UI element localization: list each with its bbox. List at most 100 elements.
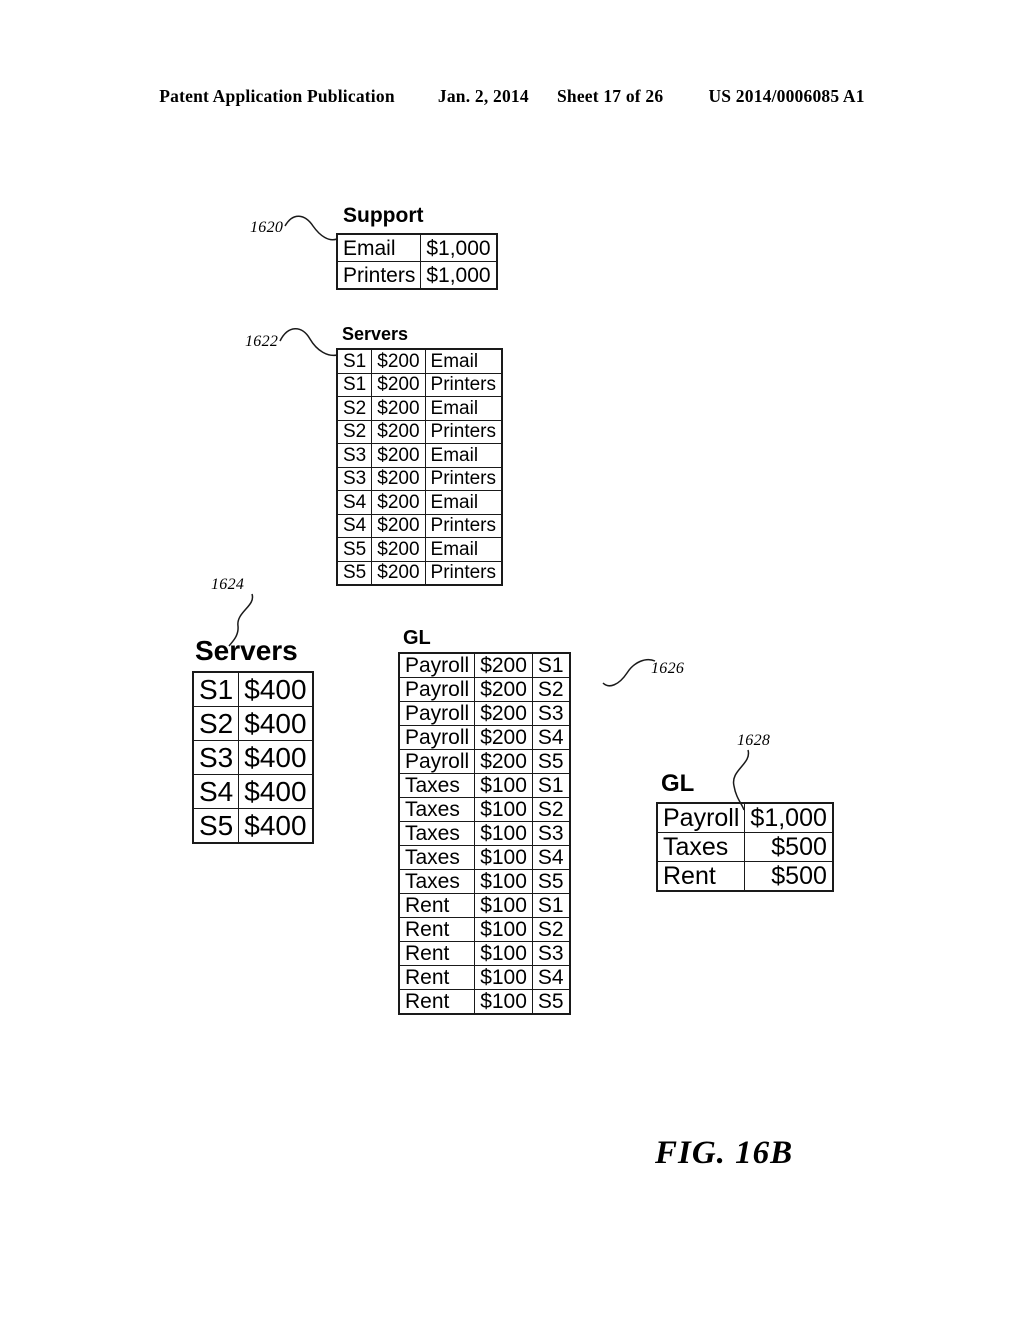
account-cell: Taxes bbox=[656, 832, 746, 862]
amount-cell: $200 bbox=[474, 701, 533, 726]
dept-cell: Email bbox=[424, 537, 503, 562]
amount-cell: $100 bbox=[474, 893, 533, 918]
amount-cell: $100 bbox=[474, 821, 533, 846]
table-row: S1 $400 bbox=[192, 672, 313, 707]
account-cell: Payroll bbox=[398, 653, 476, 678]
amount-cell: $100 bbox=[474, 965, 533, 990]
table-row: Taxes $100 S5 bbox=[398, 869, 570, 894]
server-cell: S4 bbox=[531, 845, 570, 870]
table-row: Payroll $200 S3 bbox=[398, 701, 570, 726]
header-sheet: Sheet 17 of 26 bbox=[556, 86, 664, 106]
reference-numeral-1620: 1620 bbox=[250, 219, 284, 236]
table-row: S5 $200 Printers bbox=[336, 560, 503, 585]
table-row: Rent $100 S3 bbox=[398, 941, 570, 966]
server-cell: S1 bbox=[531, 893, 570, 918]
amount-cell: $200 bbox=[371, 396, 426, 421]
table-row: Rent $500 bbox=[656, 861, 833, 891]
table-row: S4 $200 Printers bbox=[336, 513, 503, 538]
server-cell: S2 bbox=[192, 706, 240, 741]
table-row: S4 $400 bbox=[192, 774, 313, 809]
server-cell: S1 bbox=[531, 653, 570, 678]
account-cell: Rent bbox=[398, 941, 476, 966]
leader-line-1622 bbox=[279, 328, 338, 357]
amount-cell: $200 bbox=[474, 749, 533, 774]
table-row: Taxes $500 bbox=[656, 832, 833, 862]
table-row: S5 $200 Email bbox=[336, 537, 503, 562]
account-cell: Rent bbox=[398, 917, 476, 942]
server-cell: S1 bbox=[336, 349, 373, 374]
account-cell: Taxes bbox=[398, 797, 476, 822]
leader-line-1624 bbox=[228, 593, 254, 647]
header-date: Jan. 2, 2014 bbox=[437, 86, 529, 106]
support-label-cell: Printers bbox=[336, 261, 422, 289]
amount-cell: $200 bbox=[371, 560, 426, 585]
table-row: Printers $1,000 bbox=[336, 261, 497, 289]
table-row: Email $1,000 bbox=[336, 234, 497, 262]
header-patent-number: US 2014/0006085 A1 bbox=[708, 86, 865, 106]
account-cell: Payroll bbox=[398, 677, 476, 702]
dept-cell: Printers bbox=[424, 466, 503, 491]
account-cell: Rent bbox=[398, 965, 476, 990]
account-cell: Taxes bbox=[398, 869, 476, 894]
amount-cell: $200 bbox=[371, 372, 426, 397]
dept-cell: Printers bbox=[424, 372, 503, 397]
server-cell: S3 bbox=[336, 443, 373, 468]
server-cell: S3 bbox=[192, 740, 240, 775]
table-row: S1 $200 Printers bbox=[336, 372, 503, 397]
table-row: S3 $200 Printers bbox=[336, 466, 503, 491]
account-cell: Taxes bbox=[398, 845, 476, 870]
leader-line-1626 bbox=[602, 658, 656, 687]
table-row: Rent $100 S5 bbox=[398, 989, 570, 1014]
gl-detail-table: Payroll $200 S1 Payroll $200 S2 Payroll … bbox=[398, 652, 571, 1015]
amount-cell: $200 bbox=[474, 677, 533, 702]
amount-cell: $500 bbox=[744, 832, 833, 862]
dept-cell: Email bbox=[424, 443, 503, 468]
dept-cell: Printers bbox=[424, 513, 503, 538]
server-cell: S5 bbox=[336, 560, 373, 585]
servers-detail-table-title: Servers bbox=[342, 324, 409, 344]
table-row: Payroll $200 S5 bbox=[398, 749, 570, 774]
support-amount-cell: $1,000 bbox=[420, 261, 497, 289]
amount-cell: $100 bbox=[474, 773, 533, 798]
dept-cell: Email bbox=[424, 396, 503, 421]
table-row: S4 $200 Email bbox=[336, 490, 503, 515]
dept-cell: Printers bbox=[424, 419, 503, 444]
server-cell: S5 bbox=[531, 869, 570, 894]
server-cell: S2 bbox=[531, 917, 570, 942]
amount-cell: $100 bbox=[474, 797, 533, 822]
table-row: Taxes $100 S2 bbox=[398, 797, 570, 822]
table-row: Payroll $200 S4 bbox=[398, 725, 570, 750]
amount-cell: $500 bbox=[744, 861, 833, 891]
server-cell: S2 bbox=[531, 677, 570, 702]
server-cell: S3 bbox=[336, 466, 373, 491]
server-cell: S1 bbox=[192, 672, 240, 707]
table-row: S3 $200 Email bbox=[336, 443, 503, 468]
support-amount-cell: $1,000 bbox=[420, 234, 497, 262]
server-cell: S1 bbox=[336, 372, 373, 397]
table-row: S3 $400 bbox=[192, 740, 313, 775]
leader-line-1620 bbox=[284, 215, 338, 241]
amount-cell: $200 bbox=[371, 490, 426, 515]
page-header: Patent Application Publication Jan. 2, 2… bbox=[0, 86, 1024, 107]
table-row: S2 $200 Printers bbox=[336, 419, 503, 444]
amount-cell: $200 bbox=[371, 349, 426, 374]
amount-cell: $200 bbox=[474, 725, 533, 750]
amount-cell: $200 bbox=[371, 513, 426, 538]
servers-summary-table: S1 $400 S2 $400 S3 $400 S4 $400 S5 $400 bbox=[192, 671, 314, 844]
server-cell: S2 bbox=[531, 797, 570, 822]
figure-caption: FIG. 16B bbox=[655, 1135, 794, 1171]
leader-line-1628 bbox=[732, 749, 750, 811]
amount-cell: $200 bbox=[474, 653, 533, 678]
amount-cell: $100 bbox=[474, 941, 533, 966]
server-cell: S5 bbox=[531, 989, 570, 1014]
reference-numeral-1622: 1622 bbox=[245, 333, 279, 350]
dept-cell: Printers bbox=[424, 560, 503, 585]
server-cell: S1 bbox=[531, 773, 570, 798]
gl-detail-table-title: GL bbox=[403, 627, 431, 649]
server-cell: S4 bbox=[336, 490, 373, 515]
amount-cell: $400 bbox=[238, 706, 313, 741]
dept-cell: Email bbox=[424, 349, 503, 374]
server-cell: S5 bbox=[336, 537, 373, 562]
account-cell: Payroll bbox=[398, 701, 476, 726]
support-label-cell: Email bbox=[336, 234, 422, 262]
